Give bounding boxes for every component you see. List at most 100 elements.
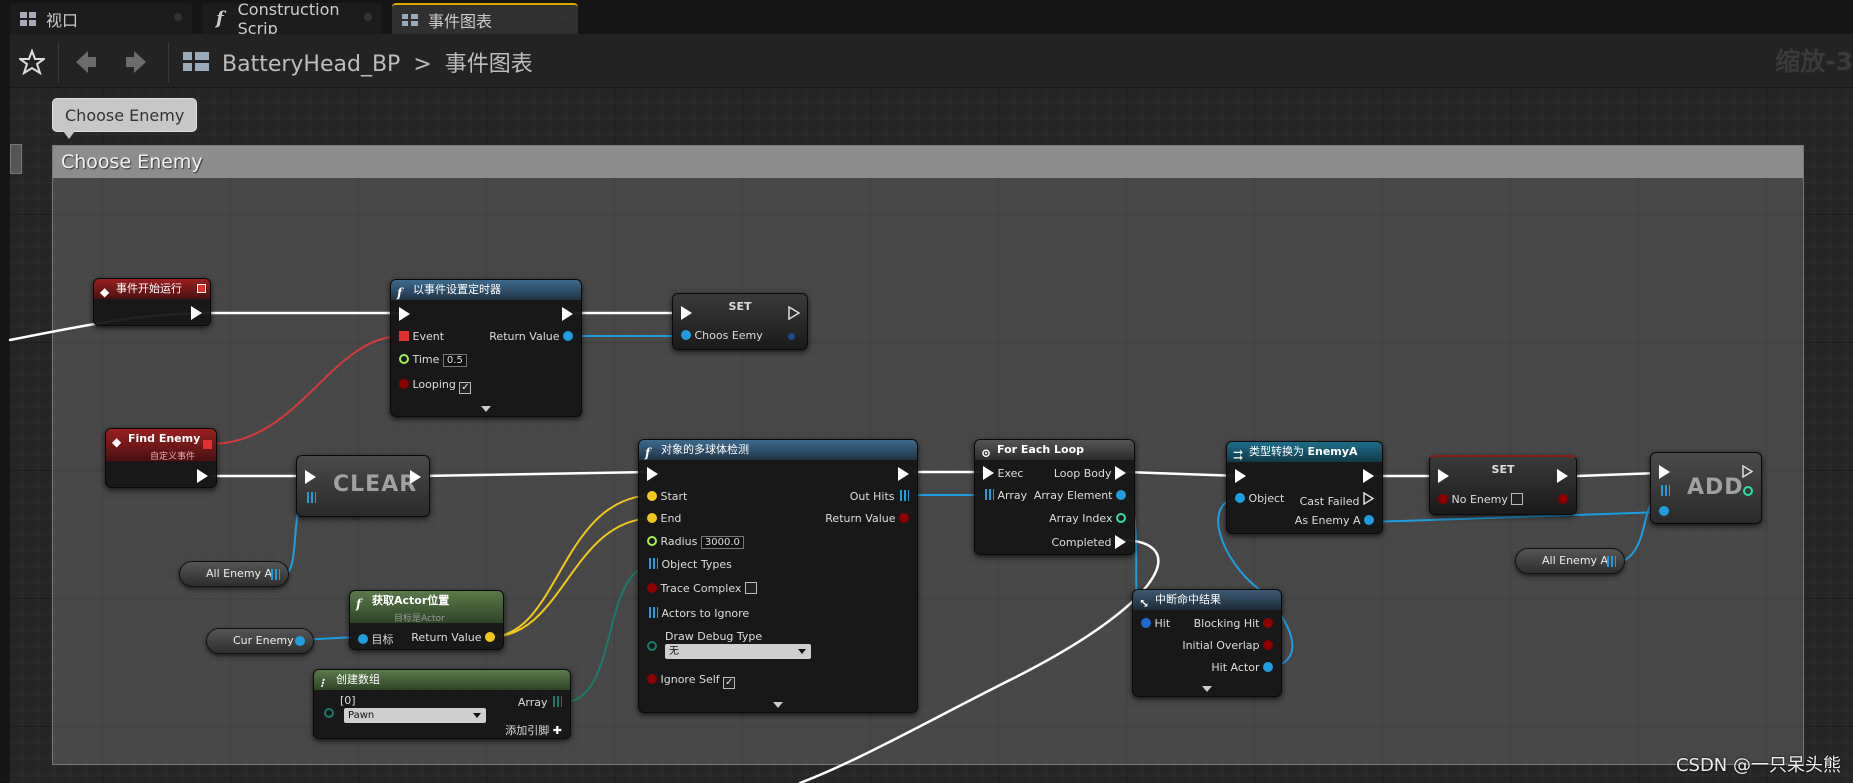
target-pin[interactable]: 目标 [358,631,394,647]
breadcrumb-graph[interactable]: 事件图表 [445,52,533,77]
event-pin[interactable]: Event [399,330,444,343]
scrollbar-thumb[interactable] [10,144,22,174]
node-break-hit-result[interactable]: ⤡ 中断命中结果 Hit Blocking Hit Initial Overlap… [1132,589,1282,697]
value-out-pin[interactable] [1558,493,1568,506]
end-pin[interactable]: End [647,512,681,525]
exec-out-pin[interactable] [197,469,208,483]
start-pin[interactable]: Start [647,490,687,503]
element-0-pin[interactable] [324,700,334,720]
breadcrumb-blueprint[interactable]: BatteryHead_BP [222,52,400,77]
comment-bubble[interactable]: Choose Enemy [52,98,198,139]
no-enemy-checkbox[interactable] [1511,493,1524,505]
back-arrow-icon[interactable] [66,42,106,82]
node-set-no-enemy[interactable]: SET No Enemy [1429,455,1577,515]
completed-pin[interactable]: Completed [1052,535,1126,549]
target-array-pin[interactable] [305,492,316,505]
add-pin-button[interactable]: 添加引脚 ✚ [505,722,562,738]
tab-viewport[interactable]: 视口 [10,3,192,34]
comment-title[interactable]: Choose Enemy [53,146,1803,178]
node-cast-to-enemya[interactable]: ⇉ 类型转换为 EnemyA Object Cast Failed As Enem… [1226,441,1383,534]
exec-out-pin[interactable] [1742,464,1754,481]
blocking-hit-pin[interactable]: Blocking Hit [1194,617,1273,630]
node-set-timer-by-event[interactable]: f 以事件设置定时器 Event Return Value Time 0.5 Lo… [390,279,582,417]
cast-failed-pin[interactable]: Cast Failed [1300,491,1375,508]
target-array-pin[interactable] [1659,485,1670,498]
return-value-pin[interactable]: Return Value [489,330,573,343]
exec-in-pin[interactable] [1659,465,1670,479]
value-out-pin[interactable] [788,329,795,342]
tab-close-icon[interactable] [174,13,182,21]
return-value-pin[interactable]: Return Value [411,631,495,644]
new-item-pin[interactable] [1659,505,1669,518]
favorite-star-icon[interactable] [12,42,52,82]
actors-to-ignore-pin[interactable]: Actors to Ignore [647,607,749,620]
exec-in-pin[interactable] [647,467,658,481]
node-array-add[interactable]: ADD [1650,452,1762,524]
element-0-dropdown[interactable]: Pawn [344,708,486,723]
forward-arrow-icon[interactable] [116,42,156,82]
array-pin[interactable] [269,569,280,580]
hit-pin[interactable]: Hit [1141,617,1170,630]
array-index-pin[interactable]: Array Index [1049,512,1126,525]
node-get-actor-location[interactable]: f 获取Actor位置 目标是Actor 目标 Return Value [349,590,504,650]
trace-complex-pin[interactable]: Trace Complex [647,582,757,595]
tab-close-icon[interactable] [364,13,372,21]
array-in-pin[interactable]: Array [983,489,1027,502]
looping-checkbox[interactable]: ✓ [459,382,472,394]
hit-actor-pin[interactable]: Hit Actor [1211,661,1273,674]
delegate-pin[interactable] [203,440,212,449]
exec-out-pin[interactable] [1557,469,1568,483]
no-enemy-pin[interactable]: No Enemy [1438,493,1524,506]
advanced-expand-icon[interactable] [481,406,491,412]
exec-out-pin[interactable] [788,306,800,320]
choos-eemy-pin[interactable]: Choos Eemy [681,329,763,342]
advanced-expand-icon[interactable] [773,702,783,708]
as-enemy-a-pin[interactable]: As Enemy A [1295,514,1374,527]
tab-construction-script[interactable]: f Construction Scrip [202,0,382,38]
object-pin[interactable] [295,636,305,646]
return-value-pin[interactable]: Return Value [825,512,909,525]
node-make-array[interactable]: ⁝ 创建数组 [0] Pawn Array 添加引脚 ✚ [313,669,571,739]
ignore-self-pin[interactable]: Ignore Self ✓ [647,673,736,689]
exec-in-pin[interactable] [399,307,410,321]
exec-in-pin[interactable]: Exec [983,466,1023,480]
exec-in-pin[interactable] [1438,469,1449,483]
node-begin-play[interactable]: ◆ 事件开始运行 [93,278,211,326]
exec-out-pin[interactable] [898,467,909,481]
node-set-choos-eemy[interactable]: SET Choos Eemy [672,293,808,350]
exec-in-pin[interactable] [1235,469,1246,483]
node-for-each-loop[interactable]: ⊙ For Each Loop Exec Loop Body Array Arra… [974,439,1135,555]
advanced-expand-icon[interactable] [1202,686,1212,692]
node-clear[interactable]: CLEAR [296,455,430,517]
delegate-pin[interactable] [197,284,206,293]
object-pin[interactable]: Object [1235,492,1284,505]
node-multi-sphere-trace[interactable]: f 对象的多球体检测 Start Out Hits End Return Valu… [638,439,918,713]
ignore-self-checkbox[interactable]: ✓ [723,677,736,689]
exec-out-pin[interactable] [562,307,573,321]
exec-out-pin[interactable] [410,470,421,484]
draw-debug-type-dropdown[interactable]: 无 [665,644,811,659]
time-pin[interactable]: Time 0.5 [399,353,467,367]
array-out-pin[interactable]: Array [518,696,562,709]
radius-value-field[interactable]: 3000.0 [700,536,744,549]
time-value-field[interactable]: 0.5 [442,354,467,367]
radius-pin[interactable]: Radius 3000.0 [647,535,744,549]
out-hits-pin[interactable]: Out Hits [850,490,909,503]
index-out-pin[interactable] [1743,485,1753,498]
tab-event-graph[interactable]: 事件图表 [392,3,578,34]
array-pin[interactable] [1605,556,1616,567]
array-element-pin[interactable]: Array Element [1034,489,1126,502]
object-types-pin[interactable]: Object Types [647,558,732,571]
exec-in-pin[interactable] [305,470,316,484]
var-all-enemy-a-2[interactable]: All Enemy A [1515,548,1625,574]
initial-overlap-pin[interactable]: Initial Overlap [1182,639,1273,652]
var-all-enemy-a[interactable]: All Enemy A [179,561,289,587]
exec-out-pin[interactable] [191,306,202,320]
tab-close-icon[interactable] [560,15,568,23]
exec-out-pin[interactable] [1363,469,1374,483]
loop-body-pin[interactable]: Loop Body [1054,466,1126,480]
var-cur-enemy[interactable]: Cur Enemy [206,628,314,654]
looping-pin[interactable]: Looping ✓ [399,378,472,394]
trace-complex-checkbox[interactable] [744,582,757,594]
exec-in-pin[interactable] [681,306,692,320]
